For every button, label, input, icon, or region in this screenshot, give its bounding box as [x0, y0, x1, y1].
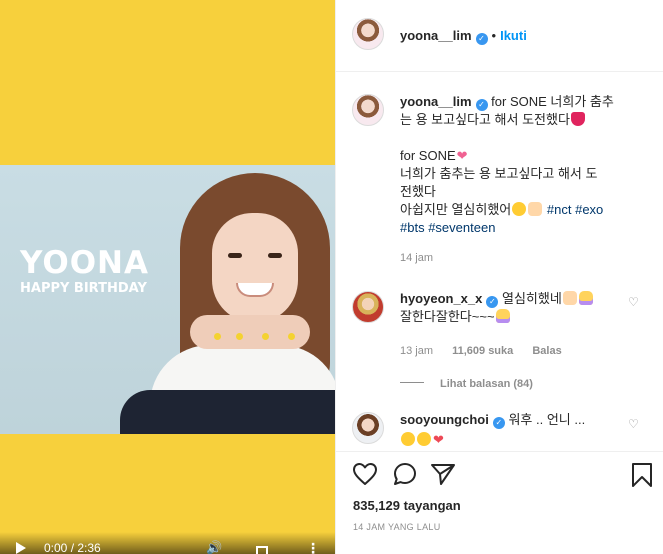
avatar[interactable] — [352, 291, 384, 323]
person-emoji-icon — [578, 291, 593, 305]
caption-username[interactable]: yoona__lim — [400, 94, 472, 109]
video-frame: YOONA HAPPY BIRTHDAY — [0, 165, 335, 434]
like-comment-icon[interactable]: ♡ — [628, 295, 639, 309]
volume-icon[interactable]: 🔊 — [206, 541, 222, 554]
portrait-nail — [214, 333, 221, 340]
caption-line: 는 용 보고싶다고 해서 도전했다 — [400, 112, 570, 127]
thumbs-up-emoji-icon — [562, 291, 577, 305]
dancer-emoji-icon — [570, 112, 585, 126]
caption-line: for SONE — [400, 148, 456, 163]
hashtag-link[interactable]: #exo — [575, 202, 603, 217]
smiling-face-emoji-icon — [401, 432, 415, 446]
avatar[interactable] — [352, 18, 384, 50]
comment-username[interactable]: hyoyeon_x_x — [400, 291, 482, 306]
portrait-eye — [228, 253, 242, 258]
smiling-face-emoji-icon — [417, 432, 431, 446]
play-icon[interactable] — [16, 542, 26, 554]
person-emoji-icon — [495, 309, 510, 323]
video-overlay-title: YOONA — [20, 245, 149, 281]
caption: yoona__lim ✓ for SONE 너희가 춤추 는 용 보고싶다고 해서… — [400, 93, 640, 267]
portrait-chair — [120, 390, 335, 434]
caption-line: 전했다 — [400, 184, 436, 199]
more-options-icon[interactable]: ⋮ — [306, 541, 320, 554]
comment-text: 잘한다잘한다~~~ — [400, 309, 495, 324]
winking-face-emoji-icon — [512, 202, 527, 216]
comment-meta: 13 jam 11,609 suka Balas — [400, 342, 620, 360]
avatar[interactable] — [352, 94, 384, 126]
verified-badge-icon: ✓ — [492, 417, 505, 429]
comment: sooyoungchoi ✓ 워후 .. 언니 ... ❤ — [400, 411, 620, 449]
comment: hyoyeon_x_x ✓ 열심히했네 잘한다잘한다~~~ 13 jam 11,6… — [400, 290, 620, 360]
video-overlay-subtitle: HAPPY BIRTHDAY — [20, 281, 147, 296]
replies-divider — [400, 382, 424, 384]
view-replies[interactable]: Lihat balasan (84) — [400, 374, 533, 392]
like-heart-icon[interactable] — [352, 462, 378, 486]
portrait-nail — [262, 333, 269, 340]
follow-button[interactable]: Ikuti — [500, 28, 527, 43]
save-bookmark-icon[interactable] — [631, 462, 653, 488]
hashtag-link[interactable]: #nct — [547, 202, 572, 217]
post-actions: 835,129 tayangan 14 JAM YANG LALU — [336, 451, 663, 554]
video-time: 0:00 / 2:36 — [44, 541, 101, 554]
header-user: yoona__lim ✓ • Ikuti — [400, 27, 527, 45]
separator-dot: • — [491, 28, 497, 43]
hashtag-link[interactable]: #bts — [400, 220, 425, 235]
comment-text: 열심히했네 — [502, 291, 562, 306]
post-panel: yoona__lim ✓ • Ikuti yoona__lim ✓ for SONE 너… — [335, 0, 663, 554]
view-replies-label[interactable]: Lihat balasan (84) — [440, 378, 533, 390]
heart-emoji-icon: ❤ — [456, 148, 468, 163]
reply-button[interactable]: Balas — [532, 345, 561, 357]
avatar[interactable] — [352, 412, 384, 444]
verified-badge-icon: ✓ — [475, 99, 488, 111]
video-player[interactable]: YOONA HAPPY BIRTHDAY 0:00 / 2:36 🔊 ⋮ — [0, 0, 335, 554]
comment-bubble-icon[interactable] — [392, 462, 418, 486]
post-timestamp[interactable]: 14 JAM YANG LALU — [353, 522, 441, 532]
portrait-eye — [268, 253, 282, 258]
username-link[interactable]: yoona__lim — [400, 28, 472, 43]
caption-line: 너희가 춤추는 용 보고싶다고 해서 도 — [400, 166, 598, 181]
portrait-nail — [288, 333, 295, 340]
caption-line: 아쉽지만 열심히했어 — [400, 202, 512, 217]
victory-hand-emoji-icon — [528, 202, 543, 216]
comment-timestamp[interactable]: 13 jam — [400, 345, 433, 357]
comment-likes[interactable]: 11,609 suka — [452, 345, 513, 357]
portrait-nail — [236, 333, 243, 340]
fullscreen-icon[interactable] — [256, 546, 268, 554]
verified-badge-icon: ✓ — [486, 296, 499, 308]
red-heart-emoji-icon: ❤ — [433, 432, 444, 447]
comment-username[interactable]: sooyoungchoi — [400, 412, 489, 427]
comments-scroll[interactable]: yoona__lim ✓ for SONE 너희가 춤추 는 용 보고싶다고 해서… — [336, 73, 663, 451]
share-send-icon[interactable] — [430, 462, 456, 486]
portrait-hands — [190, 315, 310, 349]
post-header: yoona__lim ✓ • Ikuti — [336, 0, 663, 72]
video-controls: 0:00 / 2:36 🔊 ⋮ — [0, 532, 335, 554]
view-count[interactable]: 835,129 tayangan — [353, 498, 461, 513]
caption-timestamp[interactable]: 14 jam — [400, 249, 640, 267]
portrait-face — [212, 213, 298, 323]
caption-line: for SONE 너희가 춤추 — [491, 94, 614, 109]
hashtag-link[interactable]: #seventeen — [428, 220, 495, 235]
comment-text: 워후 .. 언니 ... — [508, 412, 586, 427]
like-comment-icon[interactable]: ♡ — [628, 417, 639, 431]
verified-badge-icon: ✓ — [475, 33, 488, 45]
